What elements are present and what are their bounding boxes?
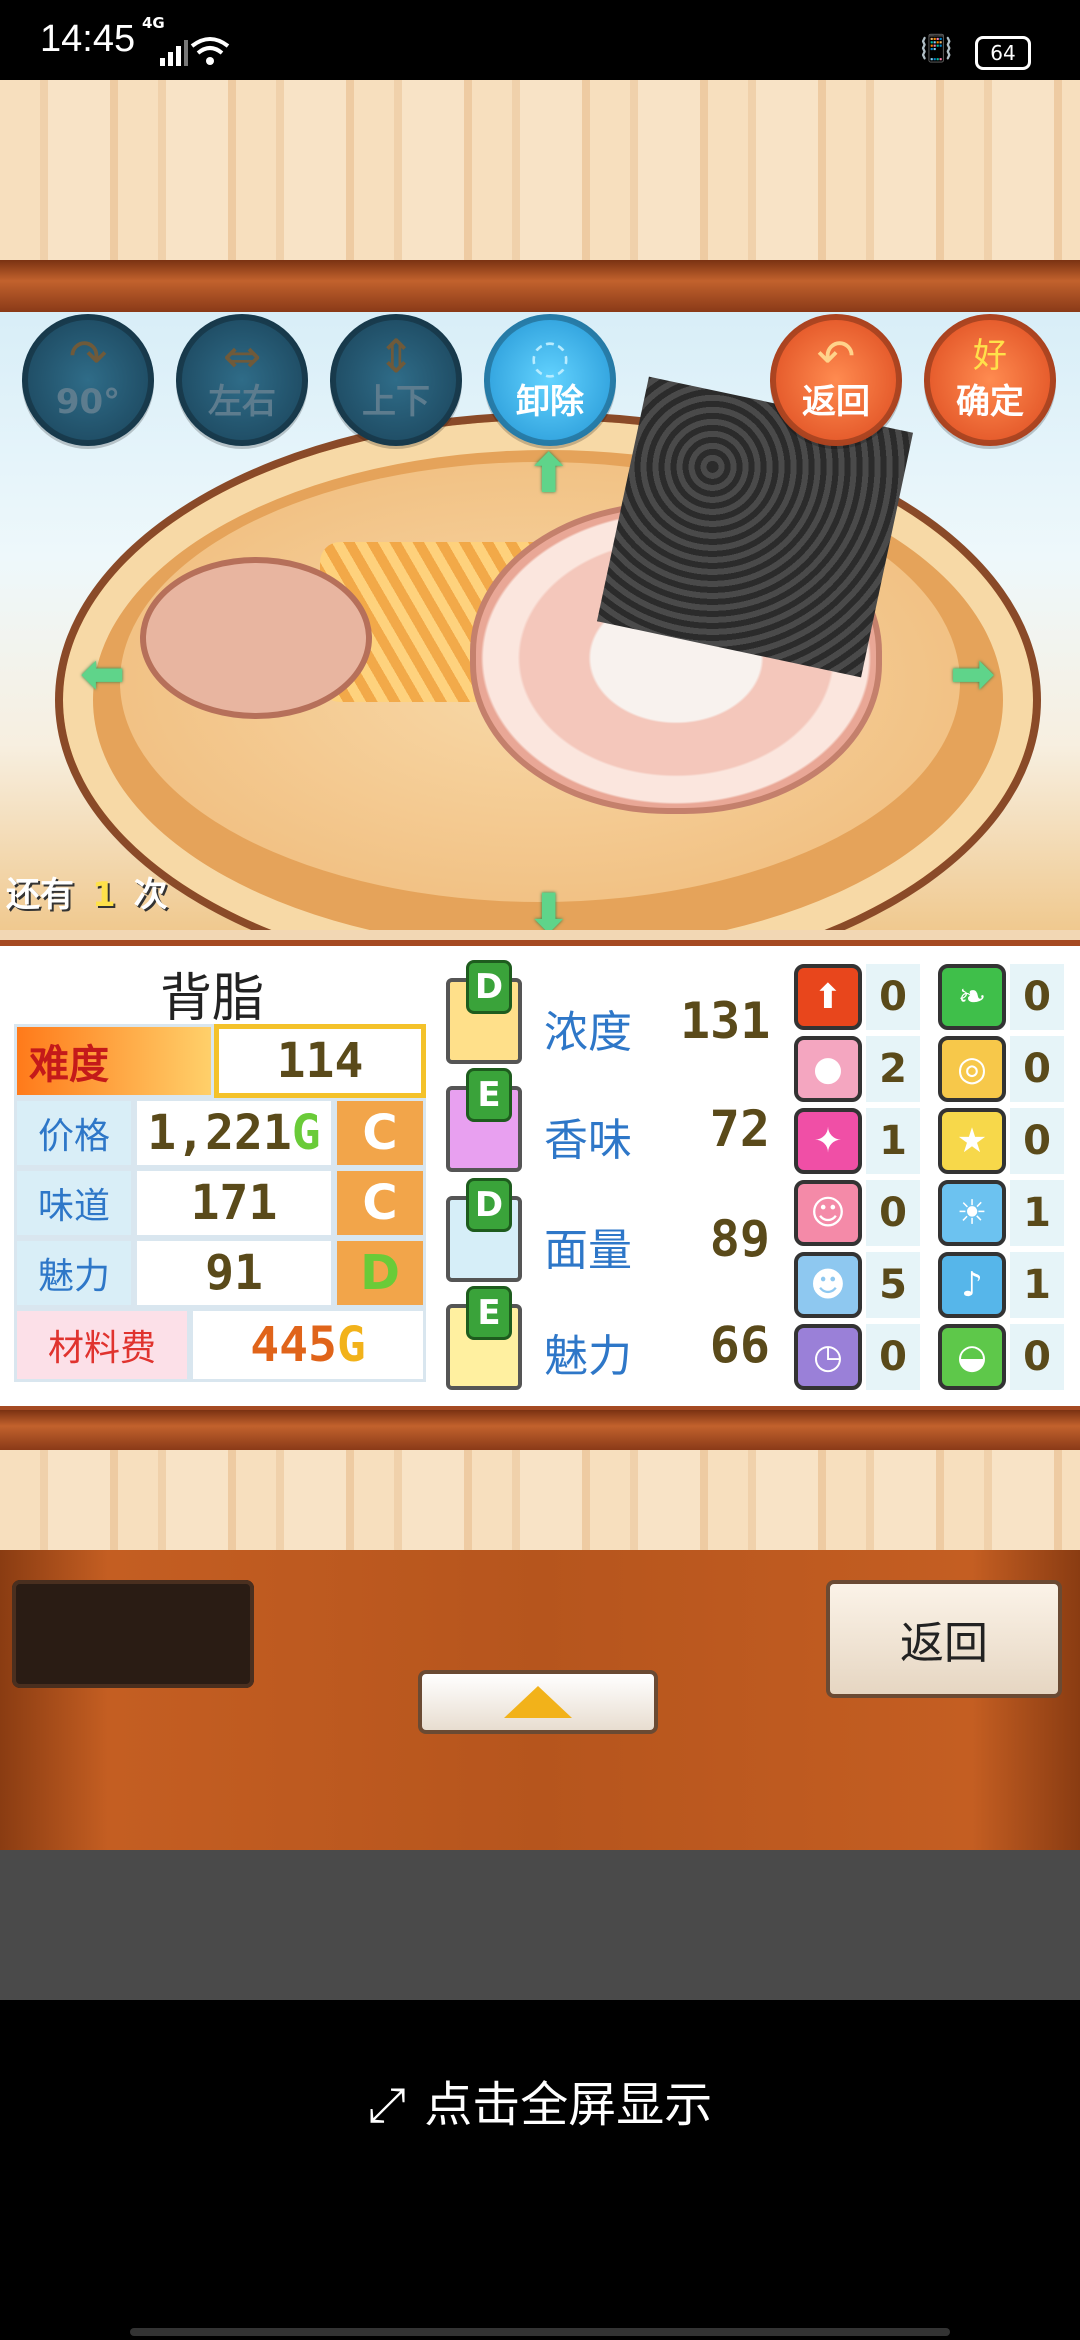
rotate-icon: ↷ <box>68 329 108 383</box>
left-badge-count: 0 <box>866 1180 920 1246</box>
counter-strip <box>0 260 1080 312</box>
right-badge-count: 0 <box>1010 964 1064 1030</box>
status-bar: 14:45 4G 📳 64 <box>0 0 1080 80</box>
flip-horizontal-button[interactable]: ⇔ 左右 <box>176 314 308 446</box>
right-badge-count: 1 <box>1010 1180 1064 1246</box>
chashu-slice-left <box>140 557 372 719</box>
taste-value: 171 <box>134 1168 334 1238</box>
difficulty-label: 难度 <box>14 1024 214 1098</box>
richness-grade: D <box>466 960 512 1014</box>
sparkle-icon: ✦ <box>794 1108 862 1174</box>
remaining-counter: 还有 1 次 <box>6 875 168 915</box>
taste-label: 味道 <box>14 1168 134 1238</box>
material-cost-value: 445 G <box>190 1308 426 1382</box>
up-down-arrow-icon: ⇕ <box>376 329 416 383</box>
noodle-amount-value: 89 <box>709 1210 770 1268</box>
signal-icon <box>160 40 188 66</box>
gold-coin-icon: ● <box>794 1036 862 1102</box>
appeal-grade: E <box>466 1286 512 1340</box>
left-badge-count: 2 <box>866 1036 920 1102</box>
empty-slot <box>12 1580 254 1688</box>
noodle-amount-grade: D <box>466 1178 512 1232</box>
left-badge-count: 1 <box>866 1108 920 1174</box>
return-button[interactable]: ↶ 返回 <box>770 314 902 446</box>
battery-indicator: 64 <box>975 36 1031 70</box>
lower-wood-wall <box>0 1450 1080 1550</box>
price-grade: C <box>334 1098 426 1168</box>
ramen-preview: ↷ 90° ⇔ 左右 ⇕ 上下 ◌ 卸除 ↶ 返回 好 确定 ⬆ ⬅ ➡ ⬇ 还… <box>0 312 1080 930</box>
right-badge-count: 0 <box>1010 1324 1064 1390</box>
richness-label: 浓度 <box>544 1007 632 1058</box>
music-note-icon: ♪ <box>938 1252 1006 1318</box>
home-indicator <box>130 2328 950 2336</box>
confirm-button[interactable]: 好 确定 <box>924 314 1056 446</box>
right-badge-count: 0 <box>1010 1108 1064 1174</box>
charm-label: 魅力 <box>14 1238 134 1308</box>
aroma-grade: E <box>466 1068 512 1122</box>
lightbulb-icon: ☀ <box>938 1180 1006 1246</box>
remove-button[interactable]: ◌ 卸除 <box>484 314 616 446</box>
back-button[interactable]: 返回 <box>826 1580 1062 1698</box>
clock-icon: ◷ <box>794 1324 862 1390</box>
network-type: 4G <box>142 14 165 32</box>
girl-face-icon: ☺ <box>794 1180 862 1246</box>
star-icon: ★ <box>938 1108 1006 1174</box>
aroma-label: 香味 <box>544 1115 632 1166</box>
ring-icon: ◌ <box>529 329 571 383</box>
aroma-value: 72 <box>709 1100 770 1158</box>
spiral-icon: ◎ <box>938 1036 1006 1102</box>
move-left-arrow[interactable]: ⬅ <box>80 642 125 705</box>
charm-grade: D <box>334 1238 426 1308</box>
appeal-label: 魅力 <box>544 1331 632 1382</box>
charm-value: 91 <box>134 1238 334 1308</box>
material-cost-label: 材料费 <box>14 1308 190 1382</box>
noodle-amount-label: 面量 <box>544 1225 632 1276</box>
triangle-up-icon <box>504 1686 572 1718</box>
move-up-arrow[interactable]: ⬆ <box>526 442 571 505</box>
wifi-icon <box>190 37 230 65</box>
left-right-arrow-icon: ⇔ <box>222 329 262 383</box>
top-wood-wall <box>0 80 1080 260</box>
status-time: 14:45 <box>40 18 136 60</box>
undo-arrow-icon: ↶ <box>816 329 856 383</box>
vibrate-icon: 📳 <box>920 34 953 64</box>
left-badge-count: 5 <box>866 1252 920 1318</box>
game-screen: ↷ 90° ⇔ 左右 ⇕ 上下 ◌ 卸除 ↶ 返回 好 确定 ⬆ ⬅ ➡ ⬇ 还… <box>0 80 1080 1850</box>
fullscreen-prompt[interactable]: ⤢ 点击全屏显示 <box>0 2065 1080 2135</box>
left-badge-count: 0 <box>866 964 920 1030</box>
difficulty-value: 114 <box>214 1024 426 1098</box>
appeal-value: 66 <box>709 1316 770 1374</box>
taste-grade: C <box>334 1168 426 1238</box>
left-badge-count: 0 <box>866 1324 920 1390</box>
letterbox-area <box>0 1850 1080 2000</box>
lower-counter-strip <box>0 1410 1080 1450</box>
bowl-icon: ◒ <box>938 1324 1006 1390</box>
flip-vertical-button[interactable]: ⇕ 上下 <box>330 314 462 446</box>
richness-value: 131 <box>680 992 771 1050</box>
price-label: 价格 <box>14 1098 134 1168</box>
up-arrow-icon: ⬆ <box>794 964 862 1030</box>
good-badge: 好 <box>973 336 1007 376</box>
price-value: 1,221 G <box>134 1098 334 1168</box>
right-badge-count: 1 <box>1010 1252 1064 1318</box>
boy-face-icon: ☻ <box>794 1252 862 1318</box>
move-down-arrow[interactable]: ⬇ <box>526 882 571 930</box>
rotate-button[interactable]: ↷ 90° <box>22 314 154 446</box>
move-right-arrow[interactable]: ➡ <box>950 642 995 705</box>
stats-panel: 背脂 难度 114 价格 1,221 G C 味道 171 C 魅力 91 D 材… <box>0 940 1080 1412</box>
fullscreen-expand-icon: ⤢ <box>367 2077 407 2133</box>
leaf-icon: ❧ <box>938 964 1006 1030</box>
expand-panel-button[interactable] <box>418 1670 658 1734</box>
right-badge-count: 0 <box>1010 1036 1064 1102</box>
item-name: 背脂 <box>160 969 265 1029</box>
